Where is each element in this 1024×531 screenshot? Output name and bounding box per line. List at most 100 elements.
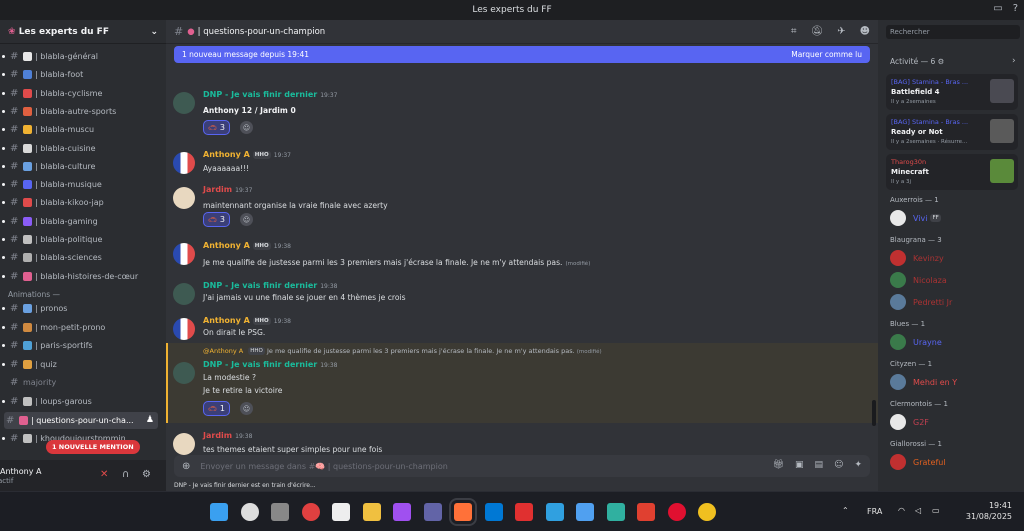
task-view-icon[interactable]: [271, 503, 289, 521]
search-icon[interactable]: [240, 503, 259, 521]
headset-icon[interactable]: ∩: [122, 469, 129, 480]
gear-icon[interactable]: ⚙: [142, 469, 151, 480]
avatar[interactable]: [173, 283, 195, 305]
channel-item[interactable]: # majority: [0, 374, 162, 391]
member-item[interactable]: Grateful: [890, 454, 946, 470]
message-author[interactable]: DNP - Je vais finir dernier 19:38: [203, 360, 337, 369]
author-name[interactable]: DNP - Je vais finir dernier: [203, 360, 317, 369]
avatar[interactable]: [173, 152, 195, 174]
pin-icon[interactable]: ✈: [837, 26, 845, 37]
channel-item[interactable]: # | blabla-autre-sports: [0, 103, 162, 120]
channel-item[interactable]: # | blabla-histoires-de-cœur: [0, 268, 162, 285]
channel-item[interactable]: # | blabla-cyclisme: [0, 85, 162, 102]
members-icon[interactable]: ☻: [860, 26, 870, 37]
firefox-icon[interactable]: [449, 498, 477, 526]
message-author[interactable]: Jardim 19:37: [203, 185, 252, 194]
chrome-icon[interactable]: [698, 503, 716, 521]
message-author[interactable]: DNP - Je vais finir dernier 19:37: [203, 90, 337, 99]
channel-item[interactable]: # | paris-sportifs: [0, 337, 162, 354]
channel-item[interactable]: # | blabla-musique: [0, 176, 162, 193]
opera-icon[interactable]: [667, 503, 686, 521]
copilot-icon[interactable]: [393, 503, 411, 521]
member-item[interactable]: G2F: [890, 414, 929, 430]
tlc-icon[interactable]: [515, 503, 533, 521]
avatar[interactable]: [173, 243, 195, 265]
channel-item[interactable]: # | blabla-culture: [0, 158, 162, 175]
battery-icon[interactable]: ▭: [932, 506, 940, 515]
channel-item[interactable]: # | blabla-foot: [0, 66, 162, 83]
member-name[interactable]: Vivi: [913, 214, 927, 223]
message-author[interactable]: Anthony A HHO 19:38: [203, 241, 291, 250]
store-icon[interactable]: [576, 503, 594, 521]
channel-item[interactable]: # | blabla-kikoo-jap: [0, 194, 162, 211]
member-name[interactable]: Grateful: [913, 458, 946, 467]
message-author[interactable]: Anthony A HHO 19:38: [203, 316, 291, 325]
gift-icon[interactable]: 🎁︎: [773, 460, 784, 470]
channel-item[interactable]: # | questions-pour-un-cha... ♟: [4, 411, 158, 429]
reaction[interactable]: 🚗︎ 3: [203, 120, 230, 135]
channel-item[interactable]: # | blabla-muscu: [0, 121, 162, 138]
channel-item[interactable]: # | loups-garous: [0, 393, 162, 410]
channel-item[interactable]: # | mon-petit-prono: [0, 319, 162, 336]
search-input[interactable]: Rechercher: [886, 25, 1020, 39]
teams-icon[interactable]: [423, 503, 442, 521]
member-name[interactable]: Pedretti Jr: [913, 298, 952, 307]
add-reaction-icon[interactable]: ☺: [240, 121, 253, 134]
inbox-icon[interactable]: ▭: [993, 3, 1002, 14]
threads-icon[interactable]: ⌗: [791, 26, 797, 37]
author-name[interactable]: DNP - Je vais finir dernier: [203, 90, 317, 99]
record-icon[interactable]: [301, 503, 320, 521]
clock[interactable]: 19:41 31/08/2025: [958, 500, 1012, 522]
author-name[interactable]: Anthony A: [203, 241, 250, 250]
member-name[interactable]: Urayne: [913, 338, 942, 347]
add-member-icon[interactable]: ♟: [146, 415, 154, 425]
activity-card[interactable]: [BAG] Stamina - Bras ... Battlefield 4 Il …: [886, 74, 1018, 110]
new-mention-pill[interactable]: 1 NOUVELLE MENTION: [46, 440, 140, 454]
file-explorer-icon[interactable]: [362, 503, 381, 521]
author-name[interactable]: Jardim: [203, 431, 232, 440]
channel-item[interactable]: # | blabla-gaming: [0, 213, 162, 230]
add-reaction-icon[interactable]: ☺: [240, 213, 253, 226]
author-name[interactable]: Anthony A: [203, 150, 250, 159]
server-header[interactable]: ❀ Les experts du FF ⌄: [0, 20, 166, 44]
member-name[interactable]: Kevinzy: [913, 254, 944, 263]
mark-read-button[interactable]: Marquer comme lu: [791, 50, 862, 59]
channel-item[interactable]: # | blabla-sciences: [0, 249, 162, 266]
author-name[interactable]: DNP - Je vais finir dernier: [203, 281, 317, 290]
mshp-icon[interactable]: [545, 503, 564, 521]
tray-chevron-icon[interactable]: ⌃: [842, 506, 849, 515]
member-name[interactable]: Mehdi en Y: [913, 378, 957, 387]
message-author[interactable]: Jardim 19:38: [203, 431, 252, 440]
gif-icon[interactable]: ▣: [795, 460, 804, 470]
activity-card[interactable]: [BAG] Stamina - Bras ... Ready or Not Il y…: [886, 114, 1018, 150]
apps-icon[interactable]: ✦: [854, 460, 862, 470]
member-name[interactable]: Nicolaza: [913, 276, 947, 285]
windows-start-icon[interactable]: [210, 503, 228, 521]
channel-item[interactable]: # | blabla-général: [0, 48, 162, 65]
notification-icon[interactable]: 🔕︎: [810, 26, 823, 37]
avatar[interactable]: [173, 318, 195, 340]
member-item[interactable]: Vivi FF: [890, 210, 941, 226]
new-messages-bar[interactable]: 1 nouveau message depuis 19:41 Marquer c…: [174, 46, 870, 63]
message-author[interactable]: Anthony A HHO 19:37: [203, 150, 291, 159]
member-name[interactable]: G2F: [913, 418, 929, 427]
avatar[interactable]: [173, 187, 195, 209]
member-item[interactable]: Urayne: [890, 334, 942, 350]
reply-reference[interactable]: @Anthony A HHO Je me qualifie de justess…: [203, 347, 602, 355]
sticker-icon[interactable]: ▤: [815, 460, 824, 470]
reaction[interactable]: 🚗︎ 1: [203, 401, 230, 416]
volume-icon[interactable]: ◁: [915, 506, 921, 515]
outlook-icon[interactable]: [484, 503, 503, 521]
author-name[interactable]: Jardim: [203, 185, 232, 194]
language-indicator[interactable]: FRA: [867, 507, 882, 516]
channel-item[interactable]: # | quiz: [0, 356, 162, 373]
edge-icon[interactable]: [606, 503, 625, 521]
member-item[interactable]: Pedretti Jr: [890, 294, 952, 310]
plus-icon[interactable]: ⊕: [182, 461, 190, 472]
reaction[interactable]: 🚗︎ 3: [203, 212, 230, 227]
member-item[interactable]: Kevinzy: [890, 250, 944, 266]
message-composer[interactable]: ⊕ Envoyer un message dans #🧠 | questions…: [174, 455, 870, 477]
add-reaction-icon[interactable]: ☺: [240, 402, 253, 415]
user-name[interactable]: Anthony A: [0, 467, 41, 477]
avatar[interactable]: [173, 433, 195, 455]
